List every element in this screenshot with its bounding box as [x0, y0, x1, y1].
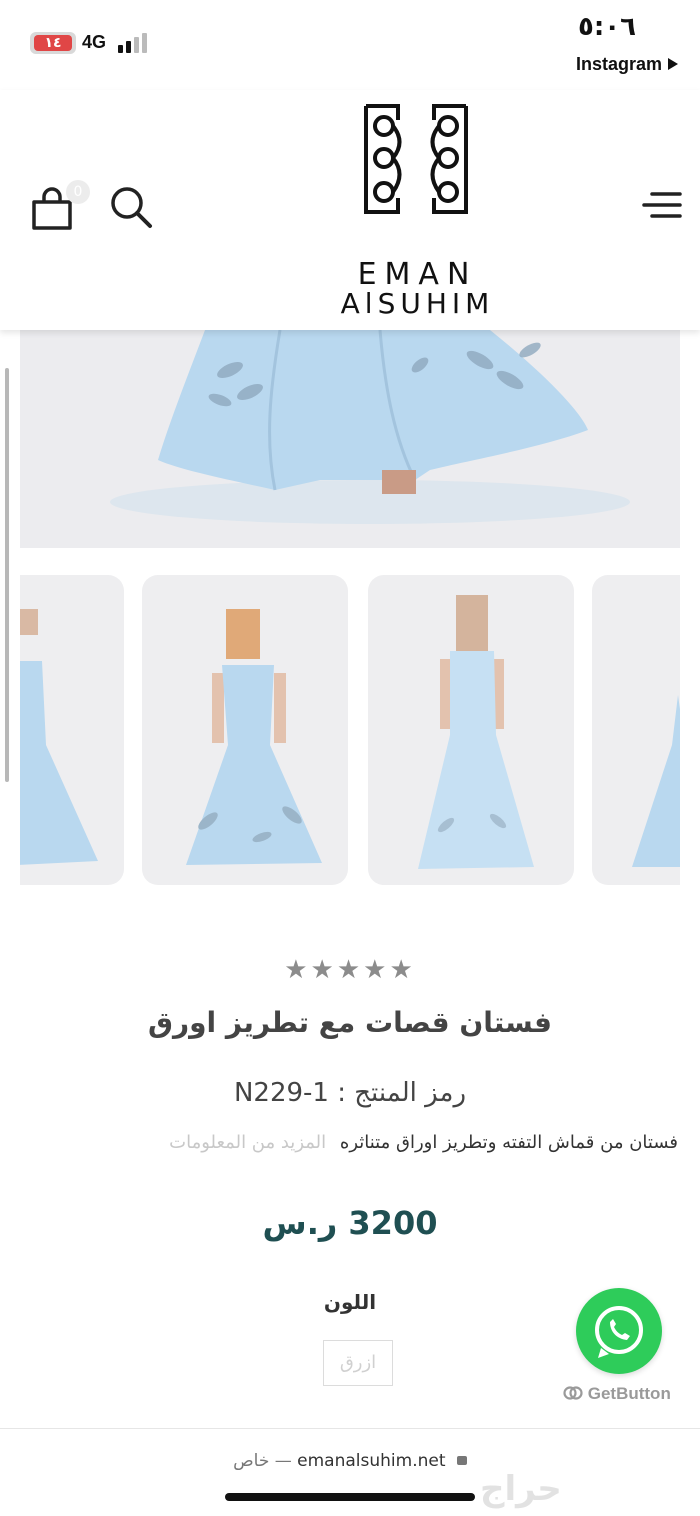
product-description: فستان من قماش التفته وتطريز اوراق متناثر…	[18, 1132, 678, 1153]
sku-value: N229-1	[233, 1078, 329, 1108]
private-label: خاص —	[233, 1451, 292, 1471]
dress-skirt-illustration	[110, 330, 630, 524]
logo-text-line1: EMAN	[357, 257, 478, 292]
site-header: 0 EMAN AlSUHIM	[0, 90, 700, 330]
watermark-logo: حراج	[480, 1469, 562, 1509]
color-option-blue[interactable]: ازرق	[323, 1340, 393, 1386]
back-to-app-link[interactable]: Instagram	[576, 54, 678, 75]
dress-thumbnail	[186, 609, 322, 865]
getbutton-logo-icon	[563, 1386, 583, 1400]
back-app-label: Instagram	[575, 54, 662, 74]
thumbnail-carousel	[20, 575, 680, 887]
cart-count-badge: 0	[66, 180, 90, 204]
search-button[interactable]	[108, 184, 156, 232]
network-type: 4G	[82, 32, 107, 52]
getbutton-credit-link[interactable]: GetButton	[563, 1384, 671, 1404]
main-product-image[interactable]	[20, 330, 680, 548]
battery-icon: ١٤	[30, 32, 76, 54]
thumbnail-image[interactable]	[142, 575, 348, 885]
sku-label: رمز المنتج :	[337, 1078, 467, 1108]
cart-button[interactable]: 0	[30, 180, 90, 236]
product-sku: رمز المنتج : N229-1	[0, 1078, 700, 1108]
brand-logo[interactable]: EMAN AlSUHIM	[300, 100, 535, 318]
battery-level: ١٤	[34, 35, 72, 51]
clock: ٥:٠٦	[577, 12, 636, 42]
logo-text-line2: AlSUHIM	[340, 287, 495, 320]
lock-icon	[456, 1456, 467, 1465]
signal-icon	[118, 33, 152, 53]
menu-icon	[642, 192, 682, 218]
product-title: فستان قصات مع تطريز اورق	[148, 1006, 552, 1039]
address-display[interactable]: خاص — emanalsuhim.net	[0, 1451, 700, 1471]
product-price: 3200 ر.س	[262, 1204, 438, 1242]
status-bar: ١٤ 4G ٥:٠٦ Instagram	[0, 0, 700, 90]
url-text: emanalsuhim.net	[297, 1451, 446, 1471]
home-indicator[interactable]	[225, 1493, 475, 1501]
rating-stars: ★★★★★	[284, 955, 416, 985]
scroll-indicator	[5, 368, 9, 782]
dress-thumbnail	[632, 695, 680, 867]
search-icon	[111, 187, 152, 228]
getbutton-label: GetButton	[587, 1384, 671, 1403]
dress-thumbnail	[418, 595, 534, 869]
whatsapp-button[interactable]	[576, 1288, 662, 1374]
description-text: فستان من قماش التفته وتطريز اوراق متناثر…	[339, 1132, 678, 1153]
thumbnail-image[interactable]	[20, 575, 124, 885]
logo-mark	[364, 104, 468, 214]
thumbnail-image[interactable]	[592, 575, 680, 885]
play-icon	[668, 58, 678, 70]
thumbnail-image[interactable]	[368, 575, 574, 885]
menu-button[interactable]	[642, 190, 682, 220]
browser-address-bar[interactable]: خاص — emanalsuhim.net حراج	[0, 1428, 700, 1516]
more-info-link[interactable]: المزيد من المعلومات	[169, 1132, 326, 1153]
whatsapp-icon	[595, 1306, 643, 1358]
dress-thumbnail	[20, 609, 98, 865]
